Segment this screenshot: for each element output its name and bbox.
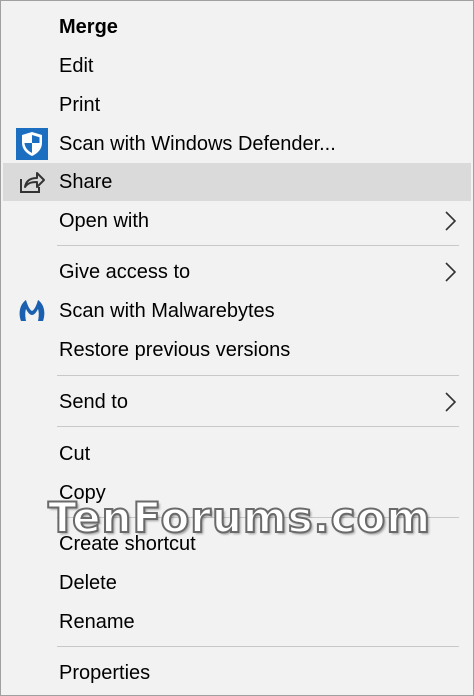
menu-item-print[interactable]: Print: [3, 86, 471, 124]
menu-item-send-to[interactable]: Send to: [3, 383, 471, 421]
shield-icon: [16, 128, 48, 160]
menu-item-copy[interactable]: Copy: [3, 474, 471, 512]
menu-item-cut-label: Cut: [59, 442, 91, 465]
malwarebytes-icon: [16, 295, 48, 327]
menu-separator: [57, 517, 459, 518]
menu-item-rename-label: Rename: [59, 610, 135, 633]
menu-item-merge-label: Merge: [59, 15, 118, 38]
menu-item-delete[interactable]: Delete: [3, 564, 471, 602]
menu-item-merge[interactable]: Merge: [3, 8, 471, 46]
menu-item-scan-malwarebytes-label: Scan with Malwarebytes: [59, 299, 275, 322]
menu-item-copy-label: Copy: [59, 481, 106, 504]
menu-item-delete-label: Delete: [59, 571, 117, 594]
menu-item-share[interactable]: Share: [3, 163, 471, 201]
menu-item-cut[interactable]: Cut: [3, 435, 471, 473]
menu-item-create-shortcut-label: Create shortcut: [59, 532, 196, 555]
menu-item-rename[interactable]: Rename: [3, 603, 471, 641]
menu-item-scan-defender-label: Scan with Windows Defender...: [59, 132, 336, 155]
menu-separator: [57, 375, 459, 376]
menu-item-edit-label: Edit: [59, 54, 94, 77]
share-icon: [16, 166, 48, 198]
menu-item-give-access-label: Give access to: [59, 260, 191, 283]
menu-item-properties[interactable]: Properties: [3, 654, 471, 692]
context-menu: Merge Edit Print Scan with Windows Defen…: [0, 0, 474, 696]
menu-item-edit[interactable]: Edit: [3, 47, 471, 85]
menu-item-restore-versions[interactable]: Restore previous versions: [3, 331, 471, 369]
menu-item-restore-versions-label: Restore previous versions: [59, 338, 291, 361]
menu-item-give-access[interactable]: Give access to: [3, 253, 471, 291]
menu-item-create-shortcut[interactable]: Create shortcut: [3, 525, 471, 563]
menu-item-properties-label: Properties: [59, 661, 151, 684]
menu-item-share-label: Share: [59, 170, 113, 193]
menu-separator: [57, 426, 459, 427]
menu-item-send-to-label: Send to: [59, 390, 128, 413]
chevron-right-icon: [445, 211, 457, 231]
menu-item-print-label: Print: [59, 93, 101, 116]
menu-item-open-with-label: Open with: [59, 209, 150, 232]
chevron-right-icon: [445, 262, 457, 282]
menu-separator: [57, 646, 459, 647]
menu-item-scan-malwarebytes[interactable]: Scan with Malwarebytes: [3, 292, 471, 330]
menu-item-scan-defender[interactable]: Scan with Windows Defender...: [3, 125, 471, 163]
menu-item-open-with[interactable]: Open with: [3, 202, 471, 240]
menu-separator: [57, 245, 459, 246]
chevron-right-icon: [445, 392, 457, 412]
